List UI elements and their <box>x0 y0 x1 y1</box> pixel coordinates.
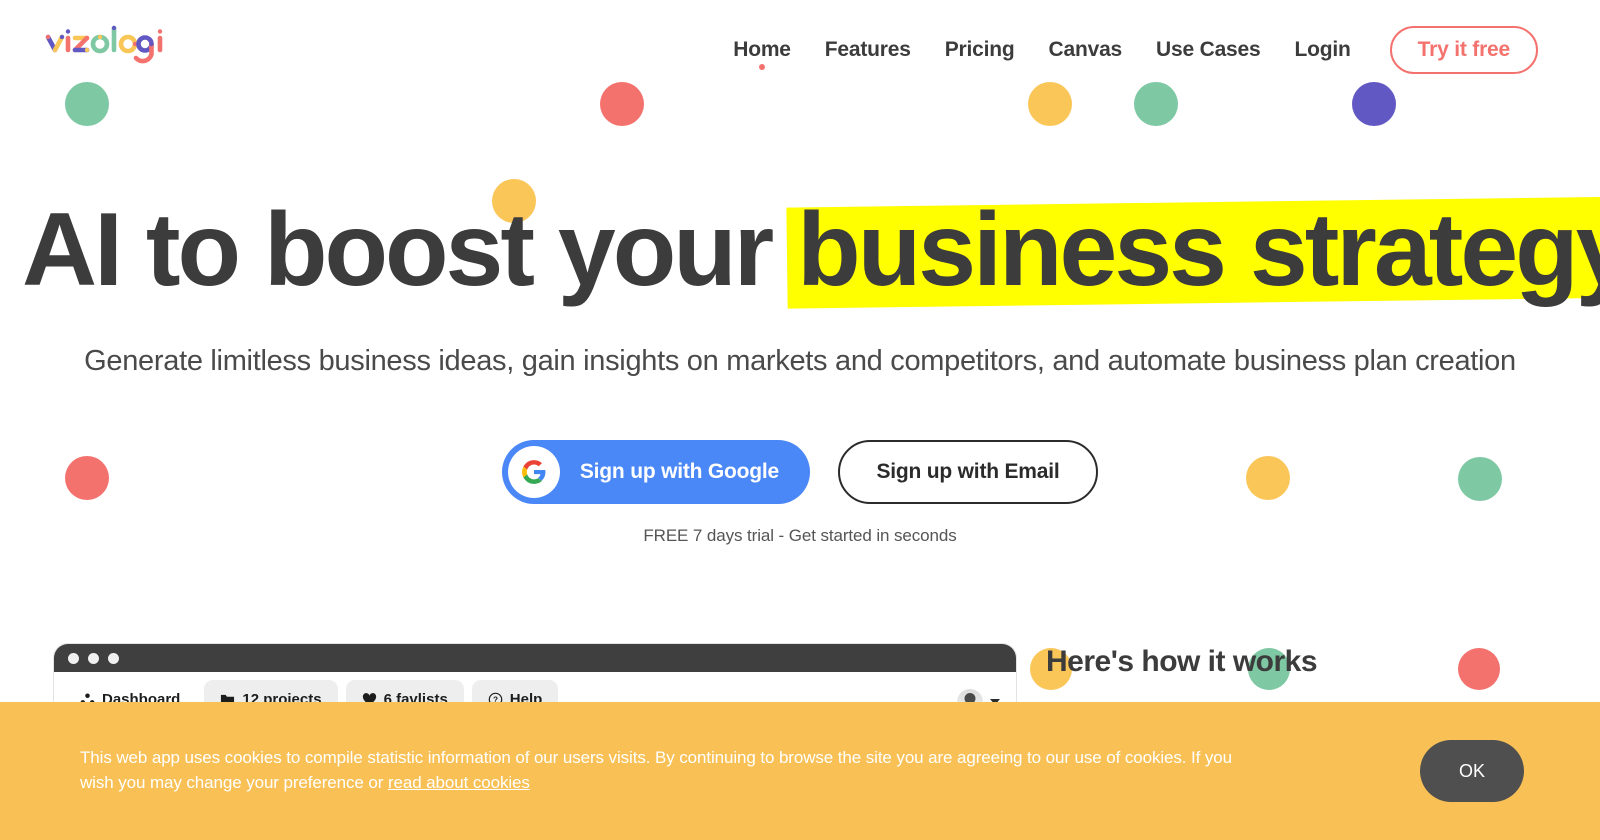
hero-title-highlight: business strategy <box>797 192 1600 308</box>
nav-item-use-cases[interactable]: Use Cases <box>1139 28 1277 72</box>
cookie-banner: This web app uses cookies to compile sta… <box>0 702 1600 840</box>
window-dot-maximize-icon <box>108 652 119 664</box>
signup-email-button[interactable]: Sign up with Email <box>838 440 1098 504</box>
mockup-title-bar <box>54 644 1016 672</box>
hero-title-plain: AI to boost your <box>22 192 774 308</box>
nav-item-home[interactable]: Home <box>716 28 808 72</box>
cookie-banner-message: This web app uses cookies to compile sta… <box>80 748 1233 792</box>
how-it-works-title: Here's how it works <box>1046 645 1318 678</box>
nav-item-login[interactable]: Login <box>1278 28 1368 72</box>
hero-title-highlight-wrapper: business strategy <box>786 195 1600 309</box>
vizologi-logo[interactable] <box>44 18 176 70</box>
hero-subtitle: Generate limitless business ideas, gain … <box>84 345 1516 377</box>
site-header: Home Features Pricing Canvas Use Cases L… <box>0 0 1600 94</box>
hero-cta-row: Sign up with Google Sign up with Email <box>0 440 1600 504</box>
nav-item-canvas[interactable]: Canvas <box>1032 28 1140 72</box>
nav-item-features[interactable]: Features <box>808 28 928 72</box>
page-title: AI to boost your business strategy <box>0 195 1600 309</box>
main-nav: Home Features Pricing Canvas Use Cases L… <box>716 26 1538 74</box>
cookie-banner-text: This web app uses cookies to compile sta… <box>80 746 1260 795</box>
landing-page: Home Features Pricing Canvas Use Cases L… <box>0 0 1600 840</box>
window-dot-close-icon <box>68 652 79 664</box>
signup-google-button[interactable]: Sign up with Google <box>502 440 811 504</box>
try-it-free-button[interactable]: Try it free <box>1389 26 1538 74</box>
decorative-dot-11 <box>1458 648 1500 690</box>
cookie-ok-button[interactable]: OK <box>1420 740 1524 802</box>
signup-google-label: Sign up with Google <box>579 460 780 483</box>
google-icon <box>508 446 561 498</box>
read-about-cookies-link[interactable]: read about cookies <box>388 773 530 792</box>
trial-note: FREE 7 days trial - Get started in secon… <box>643 526 957 545</box>
window-dot-minimize-icon <box>88 652 99 664</box>
nav-item-pricing[interactable]: Pricing <box>928 28 1032 72</box>
